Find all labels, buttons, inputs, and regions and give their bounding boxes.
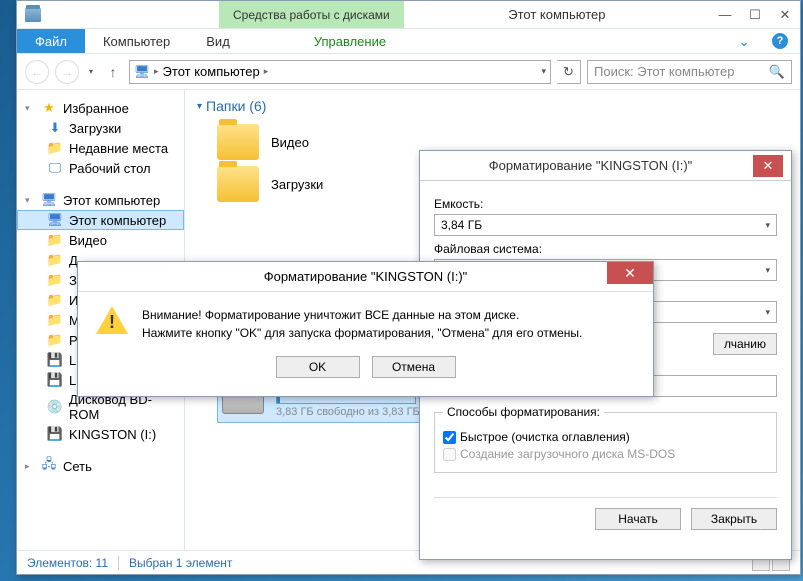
status-selection: Выбран 1 элемент [129, 556, 232, 570]
folder-icon: 📁 [47, 332, 63, 348]
places-icon: 📁 [47, 140, 63, 156]
folder-icon: 📁 [47, 272, 63, 288]
nav-forward-button[interactable]: → [55, 60, 79, 84]
warning-message: Внимание! Форматирование уничтожит ВСЕ д… [142, 306, 582, 342]
pc-icon: 🖥 [134, 64, 150, 80]
warning-icon [96, 306, 128, 338]
sidebar-item-selected[interactable]: 🖥Этот компьютер [17, 210, 184, 230]
nav-history-dropdown[interactable]: ▾ [85, 67, 97, 76]
breadcrumb-sep-icon: ▸ [154, 66, 159, 77]
warning-titlebar: Форматирование "KINGSTON (I:)" ✕ [78, 262, 653, 292]
sidebar-item-desktop[interactable]: 🖵Рабочий стол [17, 158, 184, 178]
nav-back-button[interactable]: ← [25, 60, 49, 84]
sidebar-favorites-header[interactable]: ▾ ★ Избранное [17, 98, 184, 118]
quick-format-checkbox[interactable]: Быстрое (очистка оглавления) [443, 430, 768, 444]
nav-up-button[interactable]: ↑ [103, 64, 123, 80]
chevron-down-icon: ▾ [765, 220, 770, 231]
minimize-button[interactable]: — [710, 4, 740, 26]
ribbon-expand-icon[interactable]: ⌄ [728, 29, 760, 53]
capacity-select[interactable]: 3,84 ГБ▾ [434, 214, 777, 236]
chevron-down-icon: ▾ [765, 307, 770, 318]
ribbon-file-tab[interactable]: Файл [17, 29, 85, 53]
titlebar: Средства работы с дисками Этот компьютер… [17, 1, 800, 29]
warning-dialog: Форматирование "KINGSTON (I:)" ✕ Внимани… [77, 261, 654, 397]
pc-icon: 🖥 [41, 192, 57, 208]
maximize-button[interactable]: ☐ [740, 4, 770, 26]
msdos-boot-checkbox: Создание загрузочного диска MS-DOS [443, 447, 768, 461]
refresh-button[interactable]: ↻ [557, 60, 581, 84]
address-bar: ← → ▾ ↑ 🖥 ▸ Этот компьютер ▸ ▾ ↻ Поиск: … [17, 54, 800, 90]
help-icon: ? [772, 33, 788, 49]
address-dropdown-icon[interactable]: ▾ [541, 66, 546, 77]
sidebar-item-downloads[interactable]: ⬇Загрузки [17, 118, 184, 138]
capacity-label: Емкость: [434, 197, 777, 211]
disk-tools-tab[interactable]: Средства работы с дисками [219, 1, 404, 28]
folder-icon: 📁 [47, 232, 63, 248]
ribbon-bar: Файл Компьютер Вид Управление ⌄ ? [17, 29, 800, 54]
usb-icon: 💾 [47, 426, 63, 442]
chevron-down-icon: ▾ [197, 101, 202, 112]
breadcrumb-current[interactable]: Этот компьютер [163, 64, 260, 79]
warning-title: Форматирование "KINGSTON (I:)" [86, 269, 645, 284]
window-title: Этот компьютер [404, 7, 710, 22]
close-format-button[interactable]: Закрыть [691, 508, 777, 530]
folder-icon: 📁 [47, 252, 63, 268]
warning-ok-button[interactable]: OK [276, 356, 360, 378]
folder-icon [217, 124, 259, 160]
network-icon: 🖧 [41, 458, 57, 474]
address-field[interactable]: 🖥 ▸ Этот компьютер ▸ ▾ [129, 60, 551, 84]
search-placeholder: Поиск: Этот компьютер [594, 64, 734, 79]
chevron-right-icon: ▸ [25, 461, 35, 472]
format-methods-legend: Способы форматирования: [443, 405, 604, 419]
ribbon-view-tab[interactable]: Вид [188, 29, 248, 53]
status-item-count: Элементов: 11 [27, 556, 108, 570]
chevron-down-icon: ▾ [765, 265, 770, 276]
drive-icon: 💾 [47, 352, 63, 368]
disc-icon: 💿 [47, 399, 63, 415]
sidebar-item-video[interactable]: 📁Видео [17, 230, 184, 250]
folder-icon: 📁 [47, 312, 63, 328]
folder-icon [217, 166, 259, 202]
chevron-down-icon: ▾ [25, 103, 35, 114]
search-input[interactable]: Поиск: Этот компьютер 🔍 [587, 60, 792, 84]
sidebar-network-header[interactable]: ▸ 🖧 Сеть [17, 456, 184, 476]
close-button[interactable]: ✕ [770, 4, 800, 26]
ribbon-manage-tab[interactable]: Управление [296, 29, 404, 53]
warning-cancel-button[interactable]: Отмена [372, 356, 456, 378]
window-app-icon [25, 8, 41, 22]
format-close-button[interactable]: ✕ [753, 155, 783, 177]
folders-section-header[interactable]: ▾ Папки (6) [197, 98, 788, 114]
start-format-button[interactable]: Начать [595, 508, 681, 530]
star-icon: ★ [41, 100, 57, 116]
desktop-icon: 🖵 [47, 160, 63, 176]
download-icon: ⬇ [47, 120, 63, 136]
pc-icon: 🖥 [47, 212, 63, 228]
sidebar-item-recent[interactable]: 📁Недавние места [17, 138, 184, 158]
folder-icon: 📁 [47, 292, 63, 308]
format-methods-fieldset: Способы форматирования: Быстрое (очистка… [434, 405, 777, 473]
sidebar-item-kingston[interactable]: 💾KINGSTON (I:) [17, 424, 184, 444]
format-dialog-titlebar: Форматирование "KINGSTON (I:)" ✕ [420, 151, 791, 181]
ribbon-computer-tab[interactable]: Компьютер [85, 29, 188, 53]
filesystem-label: Файловая система: [434, 242, 777, 256]
help-button[interactable]: ? [760, 29, 800, 53]
search-icon: 🔍 [769, 64, 785, 80]
warning-close-button[interactable]: ✕ [607, 262, 653, 284]
format-dialog-title: Форматирование "KINGSTON (I:)" [428, 158, 753, 173]
restore-defaults-button[interactable]: лчанию [713, 333, 777, 355]
chevron-down-icon: ▾ [25, 195, 35, 206]
drive-icon: 💾 [47, 372, 63, 388]
sidebar-thispc-header[interactable]: ▾ 🖥 Этот компьютер [17, 190, 184, 210]
breadcrumb-sep-icon: ▸ [264, 66, 269, 77]
